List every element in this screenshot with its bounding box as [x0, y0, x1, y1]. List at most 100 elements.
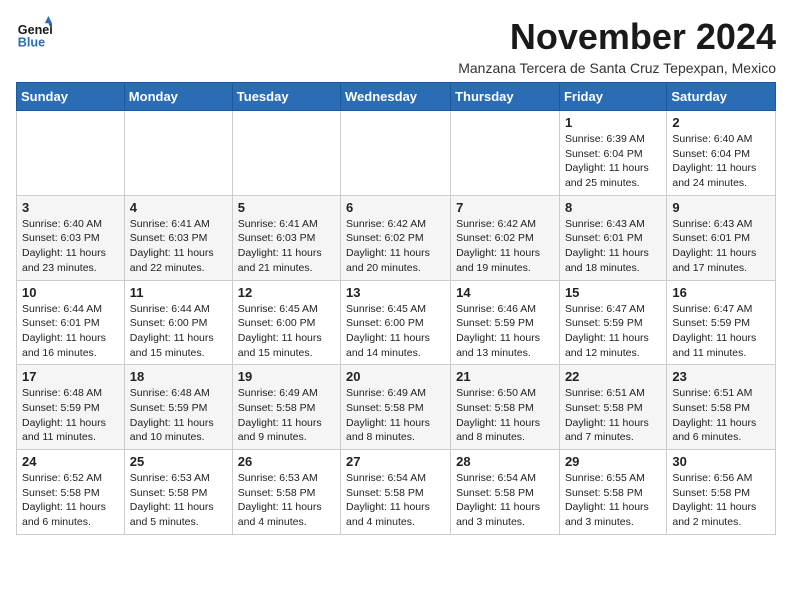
calendar-cell: 10 Sunrise: 6:44 AMSunset: 6:01 PMDayligh…: [17, 280, 125, 365]
calendar-week-row: 10 Sunrise: 6:44 AMSunset: 6:01 PMDayligh…: [17, 280, 776, 365]
day-info: Sunrise: 6:50 AMSunset: 5:58 PMDaylight:…: [456, 386, 554, 445]
header-row: SundayMondayTuesdayWednesdayThursdayFrid…: [17, 83, 776, 111]
day-number: 6: [346, 200, 445, 215]
day-info: Sunrise: 6:55 AMSunset: 5:58 PMDaylight:…: [565, 471, 661, 530]
day-info: Sunrise: 6:45 AMSunset: 6:00 PMDaylight:…: [346, 302, 445, 361]
svg-text:Blue: Blue: [18, 36, 45, 50]
day-of-week-header: Wednesday: [341, 83, 451, 111]
day-info: Sunrise: 6:51 AMSunset: 5:58 PMDaylight:…: [672, 386, 770, 445]
calendar-cell: 11 Sunrise: 6:44 AMSunset: 6:00 PMDayligh…: [124, 280, 232, 365]
day-info: Sunrise: 6:47 AMSunset: 5:59 PMDaylight:…: [565, 302, 661, 361]
calendar-week-row: 17 Sunrise: 6:48 AMSunset: 5:59 PMDayligh…: [17, 365, 776, 450]
day-info: Sunrise: 6:41 AMSunset: 6:03 PMDaylight:…: [238, 217, 335, 276]
calendar-cell: 6 Sunrise: 6:42 AMSunset: 6:02 PMDaylight…: [341, 195, 451, 280]
day-number: 13: [346, 285, 445, 300]
day-info: Sunrise: 6:43 AMSunset: 6:01 PMDaylight:…: [565, 217, 661, 276]
day-number: 21: [456, 369, 554, 384]
day-of-week-header: Saturday: [667, 83, 776, 111]
day-info: Sunrise: 6:49 AMSunset: 5:58 PMDaylight:…: [238, 386, 335, 445]
day-number: 27: [346, 454, 445, 469]
day-of-week-header: Thursday: [451, 83, 560, 111]
calendar-week-row: 1 Sunrise: 6:39 AMSunset: 6:04 PMDaylight…: [17, 111, 776, 196]
calendar-cell: 13 Sunrise: 6:45 AMSunset: 6:00 PMDayligh…: [341, 280, 451, 365]
day-info: Sunrise: 6:46 AMSunset: 5:59 PMDaylight:…: [456, 302, 554, 361]
calendar-cell: 20Sunrise: 6:49 AMSunset: 5:58 PMDayligh…: [341, 365, 451, 450]
day-number: 28: [456, 454, 554, 469]
day-number: 29: [565, 454, 661, 469]
day-number: 16: [672, 285, 770, 300]
day-number: 7: [456, 200, 554, 215]
calendar-cell: [451, 111, 560, 196]
day-info: Sunrise: 6:56 AMSunset: 5:58 PMDaylight:…: [672, 471, 770, 530]
day-number: 24: [22, 454, 119, 469]
day-info: Sunrise: 6:54 AMSunset: 5:58 PMDaylight:…: [346, 471, 445, 530]
day-number: 15: [565, 285, 661, 300]
logo: General Blue: [16, 16, 52, 52]
calendar-body: 1 Sunrise: 6:39 AMSunset: 6:04 PMDaylight…: [17, 111, 776, 535]
calendar-cell: 19Sunrise: 6:49 AMSunset: 5:58 PMDayligh…: [232, 365, 340, 450]
day-info: Sunrise: 6:40 AMSunset: 6:03 PMDaylight:…: [22, 217, 119, 276]
calendar-cell: [232, 111, 340, 196]
day-number: 17: [22, 369, 119, 384]
day-number: 2: [672, 115, 770, 130]
calendar-cell: 14 Sunrise: 6:46 AMSunset: 5:59 PMDayligh…: [451, 280, 560, 365]
logo-icon: General Blue: [16, 16, 52, 52]
title-area: November 2024 Manzana Tercera de Santa C…: [458, 16, 776, 76]
day-number: 4: [130, 200, 227, 215]
day-number: 23: [672, 369, 770, 384]
calendar-cell: 16 Sunrise: 6:47 AMSunset: 5:59 PMDayligh…: [667, 280, 776, 365]
subtitle: Manzana Tercera de Santa Cruz Tepexpan, …: [458, 60, 776, 76]
calendar-cell: 21 Sunrise: 6:50 AMSunset: 5:58 PMDayligh…: [451, 365, 560, 450]
calendar-cell: [341, 111, 451, 196]
calendar-cell: 12Sunrise: 6:45 AMSunset: 6:00 PMDayligh…: [232, 280, 340, 365]
calendar-cell: 18 Sunrise: 6:48 AMSunset: 5:59 PMDayligh…: [124, 365, 232, 450]
calendar-week-row: 24 Sunrise: 6:52 AMSunset: 5:58 PMDayligh…: [17, 450, 776, 535]
day-number: 18: [130, 369, 227, 384]
calendar-cell: 2Sunrise: 6:40 AMSunset: 6:04 PMDaylight…: [667, 111, 776, 196]
day-number: 1: [565, 115, 661, 130]
day-number: 3: [22, 200, 119, 215]
day-of-week-header: Tuesday: [232, 83, 340, 111]
calendar-cell: 26 Sunrise: 6:53 AMSunset: 5:58 PMDayligh…: [232, 450, 340, 535]
calendar-cell: 3 Sunrise: 6:40 AMSunset: 6:03 PMDaylight…: [17, 195, 125, 280]
calendar-cell: [17, 111, 125, 196]
day-info: Sunrise: 6:41 AMSunset: 6:03 PMDaylight:…: [130, 217, 227, 276]
day-info: Sunrise: 6:54 AMSunset: 5:58 PMDaylight:…: [456, 471, 554, 530]
day-info: Sunrise: 6:48 AMSunset: 5:59 PMDaylight:…: [22, 386, 119, 445]
day-info: Sunrise: 6:51 AMSunset: 5:58 PMDaylight:…: [565, 386, 661, 445]
day-number: 26: [238, 454, 335, 469]
month-title: November 2024: [458, 16, 776, 58]
day-number: 25: [130, 454, 227, 469]
day-number: 12: [238, 285, 335, 300]
day-of-week-header: Monday: [124, 83, 232, 111]
calendar-cell: 9Sunrise: 6:43 AMSunset: 6:01 PMDaylight…: [667, 195, 776, 280]
calendar-cell: 7Sunrise: 6:42 AMSunset: 6:02 PMDaylight…: [451, 195, 560, 280]
calendar-cell: 25 Sunrise: 6:53 AMSunset: 5:58 PMDayligh…: [124, 450, 232, 535]
day-number: 8: [565, 200, 661, 215]
day-info: Sunrise: 6:43 AMSunset: 6:01 PMDaylight:…: [672, 217, 770, 276]
calendar-cell: 15 Sunrise: 6:47 AMSunset: 5:59 PMDayligh…: [559, 280, 666, 365]
day-of-week-header: Sunday: [17, 83, 125, 111]
day-info: Sunrise: 6:52 AMSunset: 5:58 PMDaylight:…: [22, 471, 119, 530]
day-info: Sunrise: 6:47 AMSunset: 5:59 PMDaylight:…: [672, 302, 770, 361]
day-info: Sunrise: 6:53 AMSunset: 5:58 PMDaylight:…: [130, 471, 227, 530]
calendar-cell: 8 Sunrise: 6:43 AMSunset: 6:01 PMDaylight…: [559, 195, 666, 280]
calendar-cell: 17 Sunrise: 6:48 AMSunset: 5:59 PMDayligh…: [17, 365, 125, 450]
calendar-cell: 27 Sunrise: 6:54 AMSunset: 5:58 PMDayligh…: [341, 450, 451, 535]
day-info: Sunrise: 6:39 AMSunset: 6:04 PMDaylight:…: [565, 132, 661, 191]
calendar-cell: 4 Sunrise: 6:41 AMSunset: 6:03 PMDaylight…: [124, 195, 232, 280]
header-area: General Blue November 2024 Manzana Terce…: [16, 16, 776, 76]
calendar-cell: 28 Sunrise: 6:54 AMSunset: 5:58 PMDayligh…: [451, 450, 560, 535]
day-number: 14: [456, 285, 554, 300]
calendar-cell: 5 Sunrise: 6:41 AMSunset: 6:03 PMDaylight…: [232, 195, 340, 280]
day-info: Sunrise: 6:48 AMSunset: 5:59 PMDaylight:…: [130, 386, 227, 445]
day-info: Sunrise: 6:42 AMSunset: 6:02 PMDaylight:…: [346, 217, 445, 276]
day-number: 11: [130, 285, 227, 300]
day-number: 10: [22, 285, 119, 300]
calendar-cell: 1 Sunrise: 6:39 AMSunset: 6:04 PMDaylight…: [559, 111, 666, 196]
day-info: Sunrise: 6:44 AMSunset: 6:00 PMDaylight:…: [130, 302, 227, 361]
day-number: 30: [672, 454, 770, 469]
day-info: Sunrise: 6:44 AMSunset: 6:01 PMDaylight:…: [22, 302, 119, 361]
day-number: 5: [238, 200, 335, 215]
day-info: Sunrise: 6:53 AMSunset: 5:58 PMDaylight:…: [238, 471, 335, 530]
